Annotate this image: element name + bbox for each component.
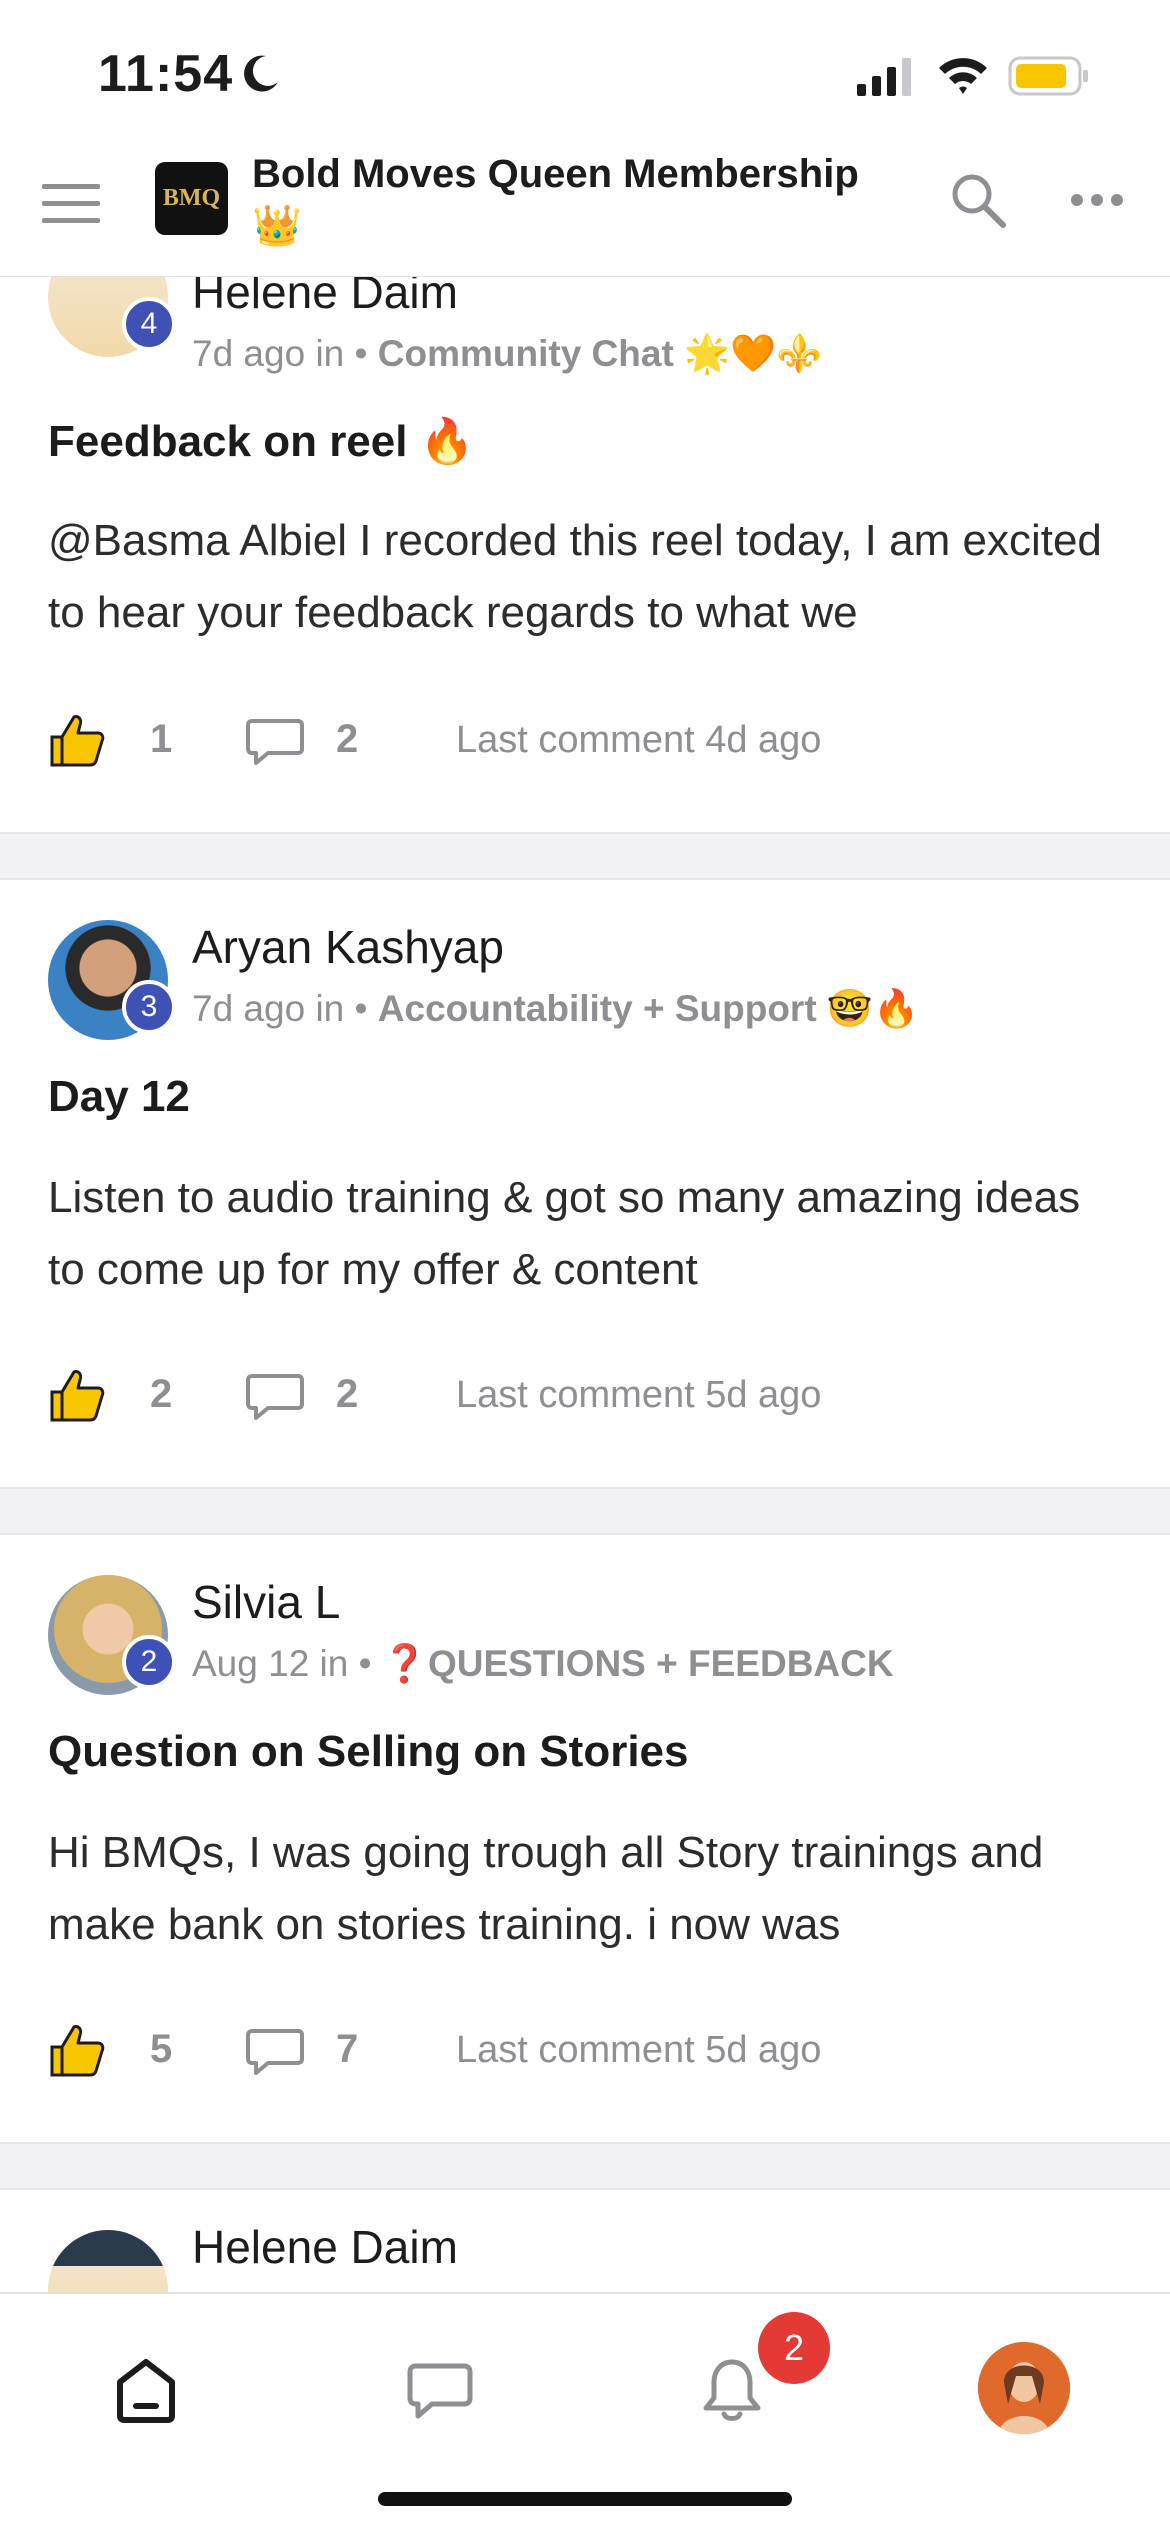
thumbs-up-icon[interactable] xyxy=(48,711,106,769)
author-avatar[interactable] xyxy=(48,2230,168,2292)
like-count: 2 xyxy=(150,1372,173,1416)
author-name[interactable]: Aryan Kashyap xyxy=(192,920,504,974)
comment-icon[interactable] xyxy=(246,2027,304,2077)
level-badge: 3 xyxy=(122,980,176,1034)
post-time: 7d ago in • xyxy=(192,988,368,1029)
author-avatar[interactable]: 2 xyxy=(48,1575,176,1695)
battery-icon xyxy=(1008,56,1088,96)
post-actions: 5 7 Last comment 5d ago xyxy=(48,2017,1128,2087)
author-avatar[interactable]: 3 xyxy=(48,920,176,1040)
author-name[interactable]: Silvia L xyxy=(192,1575,340,1629)
more-options-icon[interactable] xyxy=(1070,192,1124,208)
space-link[interactable]: ❓QUESTIONS + FEEDBACK xyxy=(382,1643,894,1684)
moon-icon xyxy=(244,55,278,92)
comment-count: 7 xyxy=(336,2027,359,2071)
community-logo[interactable]: BMQ xyxy=(155,162,228,235)
space-link[interactable]: Accountability + Support 🤓🔥 xyxy=(378,988,919,1029)
post-time: 7d ago in • xyxy=(192,333,368,374)
comment-icon[interactable] xyxy=(246,717,304,767)
status-bar: 11:54 xyxy=(0,0,1170,140)
like-count: 5 xyxy=(150,2027,173,2071)
post-card[interactable]: 2 Silvia L Aug 12 in • ❓QUESTIONS + FEED… xyxy=(0,1535,1170,2142)
post-body[interactable]: Hi BMQs, I was going trough all Story tr… xyxy=(48,1817,1128,1961)
thumbs-up-icon[interactable] xyxy=(48,1366,106,1424)
author-name[interactable]: Helene Daim xyxy=(192,2220,458,2274)
last-comment-time: Last comment 5d ago xyxy=(456,1374,822,1416)
post-actions: 1 2 Last comment 4d ago xyxy=(48,707,1128,777)
post-meta: 7d ago in • Accountability + Support 🤓🔥 xyxy=(192,988,919,1031)
wifi-icon xyxy=(939,58,987,94)
last-comment-time: Last comment 5d ago xyxy=(456,2029,822,2071)
post-title[interactable]: Question on Selling on Stories xyxy=(48,1727,689,1777)
post-card[interactable]: 4 Helene Daim 7d ago in • Community Chat… xyxy=(0,277,1170,832)
cellular-signal-icon xyxy=(857,58,911,96)
home-indicator xyxy=(378,2492,792,2506)
thumbs-up-icon[interactable] xyxy=(48,2021,106,2079)
level-badge: 2 xyxy=(122,1635,176,1689)
comment-icon[interactable] xyxy=(246,1372,304,1422)
author-name[interactable]: Helene Daim xyxy=(192,277,458,319)
post-feed: 4 Helene Daim 7d ago in • Community Chat… xyxy=(0,277,1170,2292)
search-icon[interactable] xyxy=(948,170,1008,230)
status-time: 11:54 xyxy=(98,45,234,103)
post-separator xyxy=(0,1487,1170,1535)
like-count: 1 xyxy=(150,717,173,761)
post-title[interactable]: Day 12 xyxy=(48,1072,190,1122)
app-header: BMQ Bold Moves Queen Membership 👑 xyxy=(0,140,1170,278)
space-link[interactable]: Community Chat 🌟🧡⚜️ xyxy=(378,333,823,374)
post-separator xyxy=(0,2142,1170,2190)
notification-badge: 2 xyxy=(758,2312,830,2384)
post-body[interactable]: @Basma Albiel I recorded this reel today… xyxy=(48,505,1128,649)
last-comment-time: Last comment 4d ago xyxy=(456,719,822,761)
post-actions: 2 2 Last comment 5d ago xyxy=(48,1362,1128,1432)
post-card[interactable]: 3 Aryan Kashyap 7d ago in • Accountabili… xyxy=(0,880,1170,1487)
post-separator xyxy=(0,832,1170,880)
post-time: Aug 12 in • xyxy=(192,1643,372,1684)
logo-text: BMQ xyxy=(162,185,221,211)
comment-count: 2 xyxy=(336,1372,359,1416)
chat-icon[interactable] xyxy=(400,2350,480,2430)
post-meta: Aug 12 in • ❓QUESTIONS + FEEDBACK xyxy=(192,1643,894,1686)
level-badge: 4 xyxy=(122,297,176,351)
post-meta: 7d ago in • Community Chat 🌟🧡⚜️ xyxy=(192,333,822,376)
post-card[interactable]: Helene Daim xyxy=(0,2190,1170,2292)
profile-photo xyxy=(978,2342,1070,2434)
post-title[interactable]: Feedback on reel 🔥 xyxy=(48,415,475,467)
post-body[interactable]: Listen to audio training & got so many a… xyxy=(48,1162,1128,1306)
hamburger-menu-icon[interactable] xyxy=(42,182,100,226)
comment-count: 2 xyxy=(336,717,359,761)
community-title[interactable]: Bold Moves Queen Membership 👑 xyxy=(252,148,892,252)
home-icon[interactable] xyxy=(106,2350,186,2430)
author-avatar[interactable]: 4 xyxy=(48,277,176,357)
profile-avatar[interactable] xyxy=(978,2342,1070,2434)
